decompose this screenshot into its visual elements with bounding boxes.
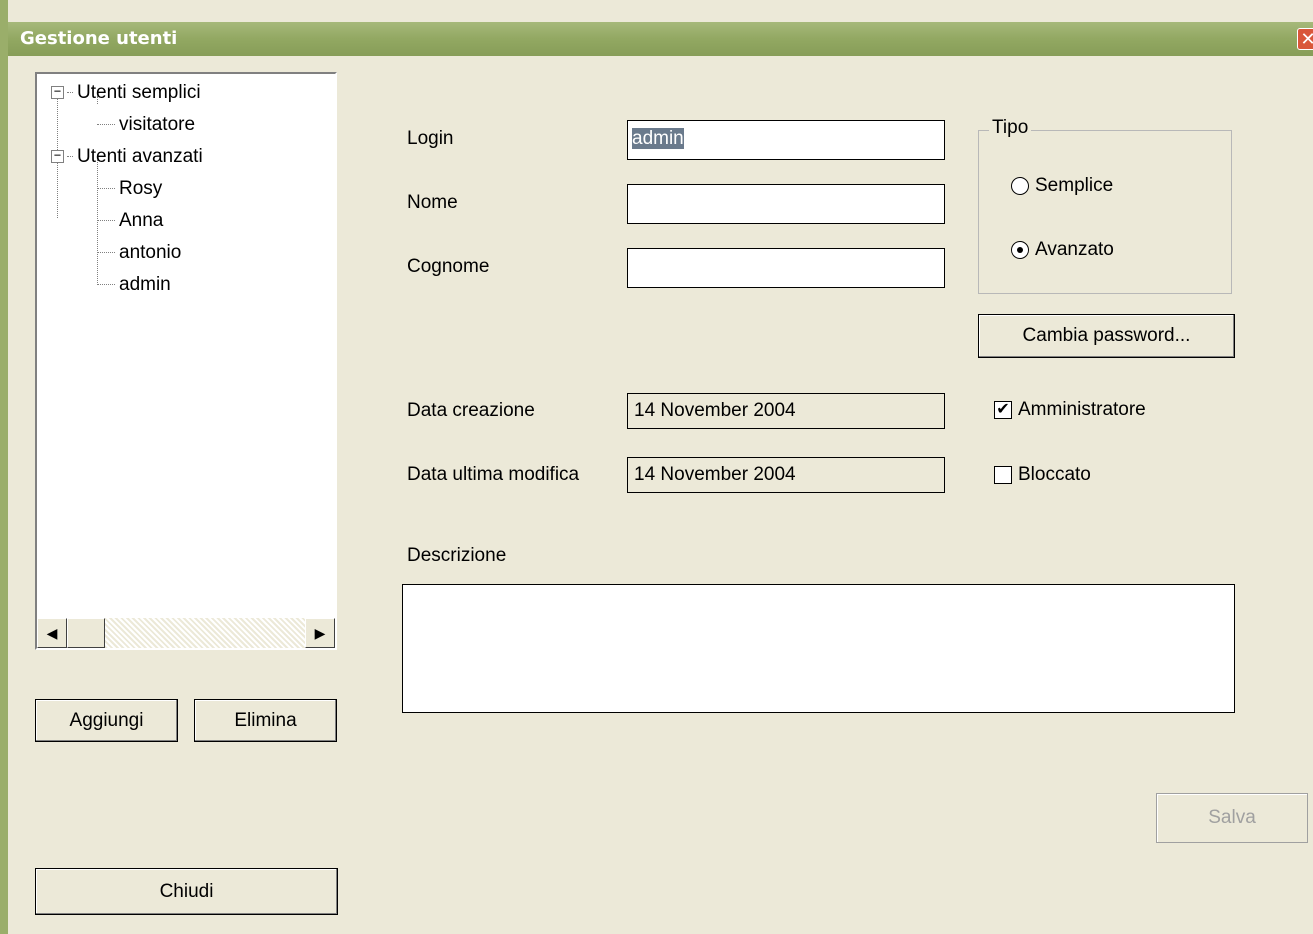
radio-semplice[interactable]: Semplice [1011,175,1113,197]
type-groupbox: Tipo Semplice Avanzato [978,117,1232,294]
tree-item-label: Anna [119,210,164,231]
tree-connector [97,252,115,254]
tree-item-admin[interactable]: admin [97,270,171,300]
description-label: Descrizione [407,545,507,566]
collapse-icon[interactable]: − [51,149,64,164]
tree-connector [97,284,115,286]
add-button[interactable]: Aggiungi [35,699,178,742]
delete-button[interactable]: Elimina [194,699,337,742]
admin-checkbox-label: Amministratore [1018,399,1146,420]
tree-content: − Utenti semplici visitatore − Utenti avan… [37,74,335,618]
horizontal-scrollbar[interactable]: ◀ ▶ [37,618,335,648]
scroll-right-icon[interactable]: ▶ [305,618,335,648]
radio-label: Avanzato [1035,239,1114,260]
window-title: Gestione utenti [20,28,178,49]
tree-item-label: admin [119,274,171,295]
created-field: 14 November 2004 [627,393,945,429]
blocked-checkbox[interactable]: Bloccato [994,464,1091,486]
modified-field: 14 November 2004 [627,457,945,493]
checkbox-empty-icon[interactable] [994,465,1012,484]
tree-item-utenti-semplici[interactable]: − Utenti semplici [51,78,201,108]
surname-label: Cognome [407,256,490,277]
scroll-left-icon[interactable]: ◀ [37,618,67,648]
tree-item-anna[interactable]: Anna [97,206,163,236]
top-strip [8,0,1313,23]
created-label: Data creazione [407,400,535,421]
tree-connector [67,156,73,158]
users-tree[interactable]: − Utenti semplici visitatore − Utenti avan… [35,72,337,650]
name-field[interactable] [627,184,945,224]
modified-label: Data ultima modifica [407,464,580,485]
tree-item-label: antonio [119,242,182,263]
tree-connector [97,124,115,126]
login-label: Login [407,128,454,149]
tree-item-antonio[interactable]: antonio [97,238,181,268]
login-value: admin [632,128,684,149]
tree-item-label: Utenti avanzati [77,146,203,167]
scroll-thumb[interactable] [67,618,105,648]
tree-item-label: visitatore [119,114,196,135]
name-label: Nome [407,192,458,213]
tree-connector [97,220,115,222]
admin-checkbox[interactable]: ✔ Amministratore [994,399,1146,421]
radio-label: Semplice [1035,175,1114,196]
tree-item-label: Rosy [119,178,163,199]
save-button[interactable]: Salva [1156,793,1308,843]
tree-item-visitatore[interactable]: visitatore [97,110,195,140]
collapse-icon[interactable]: − [51,85,64,100]
radio-off-icon[interactable] [1011,176,1029,195]
checkmark-icon[interactable]: ✔ [994,400,1012,419]
radio-avanzato[interactable]: Avanzato [1011,239,1114,261]
surname-field[interactable] [627,248,945,288]
title-bar[interactable]: Gestione utenti ✕ [8,22,1313,56]
change-password-button[interactable]: Cambia password... [978,314,1235,358]
tree-item-label: Utenti semplici [77,82,201,103]
tree-item-rosy[interactable]: Rosy [97,174,162,204]
type-group-title: Tipo [989,117,1032,139]
close-icon[interactable]: ✕ [1297,28,1313,50]
tree-connector [97,188,115,190]
tree-item-utenti-avanzati[interactable]: − Utenti avanzati [51,142,203,172]
description-field[interactable] [402,584,1235,713]
close-button[interactable]: Chiudi [35,868,338,915]
login-field[interactable]: admin [627,120,945,160]
tree-connector [67,92,73,94]
blocked-checkbox-label: Bloccato [1018,464,1091,485]
radio-on-icon[interactable] [1011,240,1029,259]
